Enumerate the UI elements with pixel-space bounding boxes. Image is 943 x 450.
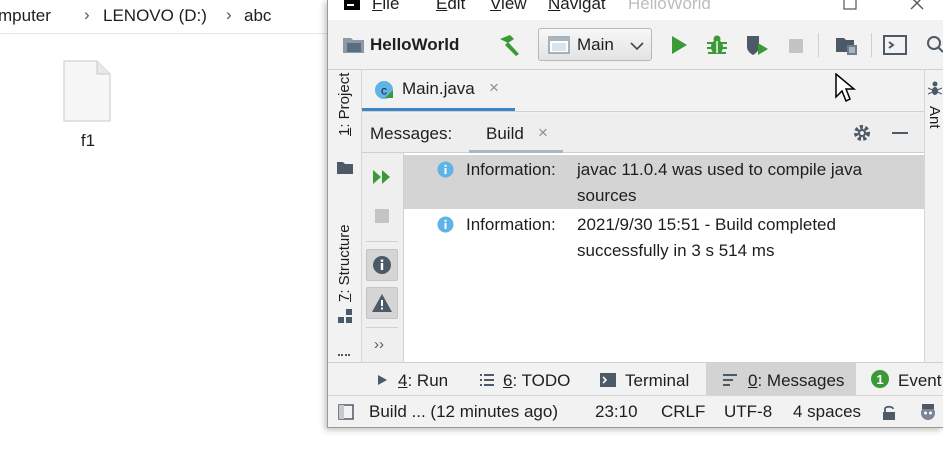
build-tab[interactable]: Build × bbox=[469, 113, 563, 153]
ant-icon[interactable] bbox=[927, 80, 943, 96]
toggle-tool-windows-icon[interactable] bbox=[338, 404, 354, 420]
gear-icon[interactable] bbox=[852, 123, 872, 143]
messages-panel-title: Messages: bbox=[370, 124, 453, 143]
event-log-tool-button[interactable]: 1 Event bbox=[862, 363, 943, 396]
project-name[interactable]: HelloWorld bbox=[370, 35, 459, 55]
build-hammer-icon[interactable] bbox=[496, 33, 522, 57]
event-log-icon: 1 bbox=[871, 370, 889, 388]
message-text: 2021/9/30 15:51 - Build completed succes… bbox=[577, 215, 836, 260]
status-message[interactable]: Build ... (12 minutes ago) bbox=[369, 402, 558, 422]
side-toolbar-divider bbox=[366, 327, 398, 328]
editor-tab-label: Main.java bbox=[402, 79, 475, 98]
messages-icon bbox=[723, 374, 737, 386]
message-type: Information: bbox=[466, 160, 556, 179]
search-icon[interactable] bbox=[924, 33, 943, 57]
terminal-tool-button[interactable]: Terminal bbox=[591, 363, 705, 396]
file-encoding[interactable]: UTF-8 bbox=[724, 402, 772, 422]
build-tab-label: Build bbox=[486, 124, 524, 143]
breadcrumb-computer[interactable]: mputer bbox=[0, 6, 51, 26]
toolbar-divider bbox=[818, 33, 819, 57]
stop-build-icon[interactable] bbox=[366, 200, 398, 232]
toolbar-divider bbox=[871, 33, 872, 57]
mouse-cursor-icon bbox=[835, 73, 857, 103]
warning-icon bbox=[372, 294, 392, 312]
messages-side-toolbar: ›› bbox=[362, 153, 404, 362]
close-tab-icon[interactable]: × bbox=[489, 78, 499, 98]
run-icon[interactable] bbox=[668, 33, 690, 57]
editor-tab-main-java[interactable]: c Main.java × bbox=[362, 70, 515, 111]
messages-panel-header: Messages: Build × bbox=[362, 113, 924, 153]
menu-view[interactable]: View bbox=[490, 0, 527, 14]
structure-tool-button[interactable]: 7: Structure bbox=[336, 224, 353, 302]
maximize-icon[interactable] bbox=[843, 0, 857, 10]
stripe-overflow-indicator bbox=[338, 354, 350, 362]
terminal-window-icon[interactable] bbox=[882, 33, 908, 57]
info-icon bbox=[373, 256, 391, 274]
message-item[interactable]: Information: javac 11.0.4 was used to co… bbox=[404, 155, 924, 209]
tool-window-bar: 4: Run 6: TODO Terminal 0: Messages 1 Ev… bbox=[328, 362, 943, 396]
file-name-label[interactable]: f1 bbox=[60, 131, 116, 151]
todo-tool-button[interactable]: 6: TODO bbox=[471, 363, 577, 396]
close-icon[interactable] bbox=[910, 0, 924, 10]
caret-position[interactable]: 23:10 bbox=[595, 402, 638, 422]
structure-icon bbox=[338, 309, 352, 323]
list-icon bbox=[480, 374, 494, 386]
run-tool-button[interactable]: 4: Run bbox=[368, 363, 460, 396]
left-tool-stripe: 1: Project 7: Structure bbox=[328, 70, 362, 362]
show-warnings-toggle[interactable] bbox=[366, 287, 398, 319]
debug-icon[interactable] bbox=[705, 33, 729, 57]
window-title: HelloWorld bbox=[628, 0, 711, 13]
messages-tool-button[interactable]: 0: Messages bbox=[706, 363, 856, 396]
info-icon bbox=[437, 216, 454, 233]
project-tool-button[interactable]: 1: Project bbox=[336, 73, 353, 136]
message-type: Information: bbox=[466, 215, 556, 234]
terminal-icon bbox=[600, 373, 616, 387]
run-configuration-dropdown[interactable]: Main bbox=[538, 28, 652, 61]
run-configuration-label: Main bbox=[577, 35, 614, 54]
menu-edit[interactable]: Edit bbox=[436, 0, 465, 14]
show-info-toggle[interactable] bbox=[366, 249, 398, 281]
line-separator[interactable]: CRLF bbox=[661, 402, 705, 422]
lock-icon[interactable] bbox=[881, 404, 897, 421]
menu-navigate[interactable]: Navigat bbox=[548, 0, 606, 14]
messages-list: Information: javac 11.0.4 was used to co… bbox=[404, 153, 924, 362]
svg-text:c: c bbox=[381, 84, 387, 98]
stop-icon[interactable] bbox=[786, 33, 806, 57]
menu-bar: File Edit View Navigat HelloWorld bbox=[328, 0, 943, 20]
close-tab-icon[interactable]: × bbox=[538, 123, 548, 143]
menu-file[interactable]: File bbox=[372, 0, 399, 14]
chevron-down-icon bbox=[630, 42, 644, 51]
project-structure-icon[interactable] bbox=[834, 33, 860, 57]
message-item[interactable]: Information: 2021/9/30 15:51 - Build com… bbox=[404, 210, 924, 264]
info-icon bbox=[437, 161, 454, 178]
run-icon bbox=[378, 375, 387, 385]
project-folder-icon bbox=[343, 38, 364, 53]
minimize-panel-icon[interactable] bbox=[890, 123, 910, 143]
intellij-logo-icon bbox=[344, 0, 360, 10]
svg-text:1: 1 bbox=[876, 372, 883, 387]
folder-icon bbox=[337, 162, 353, 174]
java-class-icon: c bbox=[375, 81, 393, 99]
breadcrumb-separator[interactable]: › bbox=[226, 5, 232, 25]
breadcrumb-drive[interactable]: LENOVO (D:) bbox=[103, 6, 207, 26]
inspector-icon[interactable] bbox=[918, 402, 938, 422]
ide-window: File Edit View Navigat HelloWorld HelloW… bbox=[327, 0, 943, 428]
status-bar: Build ... (12 minutes ago) 23:10 CRLF UT… bbox=[328, 395, 943, 427]
indent-setting[interactable]: 4 spaces bbox=[793, 402, 861, 422]
right-tool-stripe: Ant bbox=[924, 70, 943, 362]
run-with-coverage-icon[interactable] bbox=[744, 33, 770, 57]
main-toolbar: HelloWorld Main bbox=[328, 20, 943, 70]
breadcrumb-separator[interactable]: › bbox=[84, 5, 90, 25]
more-actions-icon[interactable]: ›› bbox=[374, 336, 384, 353]
rerun-build-icon[interactable] bbox=[366, 161, 398, 193]
breadcrumb-folder[interactable]: abc bbox=[244, 6, 271, 26]
side-toolbar-divider bbox=[366, 241, 398, 242]
ant-tool-button[interactable]: Ant bbox=[926, 106, 943, 129]
application-config-icon bbox=[548, 36, 570, 54]
message-text: javac 11.0.4 was used to compile java so… bbox=[577, 160, 863, 205]
file-icon[interactable] bbox=[63, 60, 111, 122]
